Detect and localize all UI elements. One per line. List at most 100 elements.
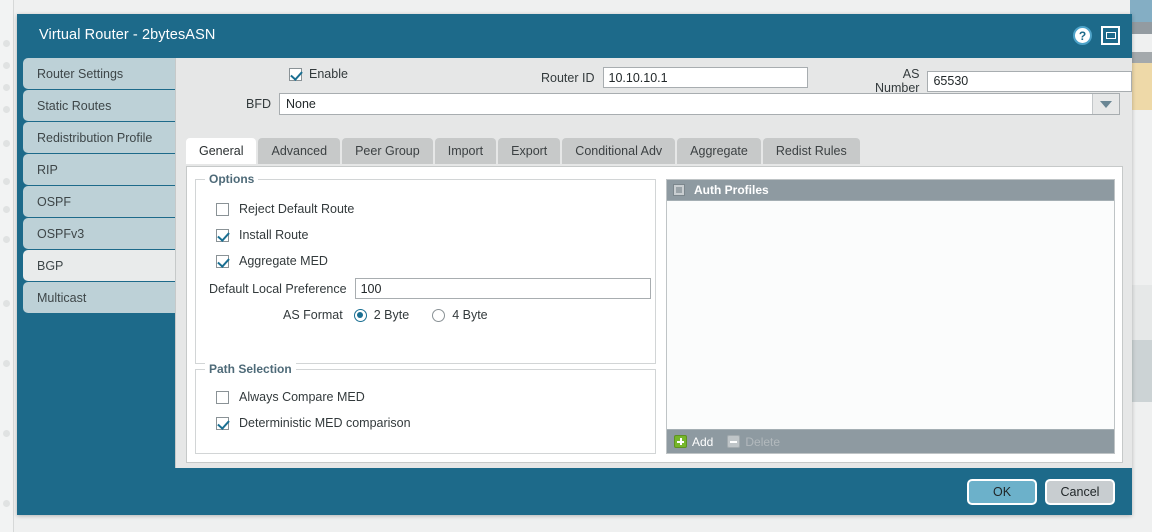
enable-label: Enable [309, 67, 348, 81]
sidebar-item-redistribution-profile[interactable]: Redistribution Profile [23, 122, 175, 153]
ok-button[interactable]: OK [967, 478, 1037, 505]
background-bottom-strip [14, 515, 1130, 532]
rail-dot-icon [3, 236, 10, 243]
as-number-input[interactable] [927, 70, 1132, 92]
reject-default-route-field: Reject Default Route [216, 202, 354, 216]
path-selection-group: Path Selection Always Compare MED Determ… [195, 362, 656, 454]
bfd-field: BFD None [246, 93, 1120, 115]
restore-window-icon[interactable] [1101, 26, 1120, 45]
background-strip [1130, 0, 1152, 22]
tab-aggregate[interactable]: Aggregate [677, 138, 761, 164]
router-id-field: Router ID [541, 67, 808, 88]
rail-dot-icon [3, 178, 10, 185]
as-format-field: AS Format 2 Byte 4 Byte [283, 308, 488, 322]
virtual-router-dialog: Virtual Router - 2bytesASN ? Router Sett… [17, 14, 1132, 515]
rail-dot-icon [3, 40, 10, 47]
rail-dot-icon [3, 500, 10, 507]
rail-dot-icon [3, 430, 10, 437]
reject-default-route-checkbox[interactable] [216, 202, 229, 216]
auth-profiles-panel: Auth Profiles Add Delete [666, 179, 1115, 454]
sidebar-item-bgp[interactable]: BGP [23, 250, 175, 281]
tab-conditional-adv[interactable]: Conditional Adv [562, 138, 676, 164]
sidebar-item-router-settings[interactable]: Router Settings [23, 58, 175, 89]
auth-profiles-toolbar: Add Delete [667, 429, 1114, 453]
tab-label: Conditional Adv [575, 144, 663, 158]
sidebar-item-label: OSPFv3 [37, 226, 85, 241]
sidebar-item-ospf[interactable]: OSPF [23, 186, 175, 217]
sidebar-item-static-routes[interactable]: Static Routes [23, 90, 175, 121]
tab-import[interactable]: Import [434, 138, 497, 164]
tab-label: Export [511, 144, 548, 158]
bfd-label: BFD [246, 97, 271, 111]
select-all-checkbox[interactable] [673, 184, 685, 196]
deterministic-med-label: Deterministic MED comparison [239, 416, 411, 430]
deterministic-med-checkbox[interactable] [216, 416, 229, 430]
rail-dot-icon [3, 140, 10, 147]
sidebar-item-label: Static Routes [37, 98, 112, 113]
as-format-2byte-radio[interactable] [353, 308, 367, 322]
always-compare-med-label: Always Compare MED [239, 390, 365, 404]
tab-export[interactable]: Export [498, 138, 561, 164]
general-tab-panel: Options Reject Default Route Install Rou… [186, 166, 1123, 463]
sidebar-item-label: Multicast [37, 290, 87, 305]
deterministic-med-field: Deterministic MED comparison [216, 416, 411, 430]
auth-profiles-header-label: Auth Profiles [694, 183, 769, 197]
as-format-label: AS Format [283, 308, 343, 322]
enable-checkbox[interactable] [289, 67, 302, 81]
dialog-title: Virtual Router - 2bytesASN [39, 27, 216, 43]
sidebar-item-rip[interactable]: RIP [23, 154, 175, 185]
tab-peer-group[interactable]: Peer Group [342, 138, 433, 164]
install-route-label: Install Route [239, 228, 309, 242]
tab-label: Peer Group [355, 144, 420, 158]
path-selection-group-title: Path Selection [205, 362, 296, 376]
sidebar-item-multicast[interactable]: Multicast [23, 282, 175, 313]
as-number-label: AS Number [875, 67, 920, 95]
bgp-settings-content: Enable Router ID AS Number BFD None [175, 58, 1132, 477]
background-right-column [1130, 0, 1152, 532]
tab-redist-rules[interactable]: Redist Rules [762, 138, 860, 164]
rail-dot-icon [3, 360, 10, 367]
sidebar-item-label: RIP [37, 162, 58, 177]
cancel-button[interactable]: Cancel [1045, 478, 1115, 505]
aggregate-med-label: Aggregate MED [239, 254, 328, 268]
background-strip [1130, 22, 1152, 34]
as-number-field: AS Number [856, 67, 1132, 95]
install-route-field: Install Route [216, 228, 308, 242]
default-local-preference-input[interactable] [354, 278, 651, 299]
tab-general[interactable]: General [186, 138, 257, 164]
dialog-title-bar: Virtual Router - 2bytesASN ? [17, 14, 1132, 58]
background-strip [1130, 285, 1152, 340]
background-left-rail [0, 0, 14, 532]
ok-button-label: OK [992, 484, 1012, 499]
aggregate-med-checkbox[interactable] [216, 254, 229, 268]
cancel-button-label: Cancel [1060, 484, 1100, 499]
rail-dot-icon [3, 106, 10, 113]
as-format-2byte-label: 2 Byte [373, 308, 410, 322]
rail-dot-icon [3, 300, 10, 307]
always-compare-med-checkbox[interactable] [216, 390, 229, 404]
rail-dot-icon [3, 206, 10, 213]
chevron-down-icon[interactable] [1092, 94, 1119, 114]
as-format-4byte-radio[interactable] [432, 308, 446, 322]
help-circle-icon[interactable]: ? [1073, 26, 1092, 45]
sidebar-item-label: Router Settings [37, 66, 124, 81]
tab-label: Redist Rules [775, 144, 847, 158]
add-button-label: Add [692, 434, 714, 449]
bfd-select[interactable]: None [279, 93, 1120, 115]
auth-profiles-list[interactable] [667, 201, 1114, 429]
sidebar-item-label: Redistribution Profile [37, 130, 153, 145]
tab-advanced[interactable]: Advanced [258, 138, 341, 164]
delete-button-label: Delete [745, 434, 781, 449]
router-id-input[interactable] [602, 67, 808, 88]
title-bar-actions: ? [1073, 26, 1120, 45]
default-local-preference-label: Default Local Preference [209, 281, 347, 296]
tab-label: Advanced [271, 144, 328, 158]
reject-default-route-label: Reject Default Route [239, 202, 355, 216]
as-format-4byte-label: 4 Byte [452, 308, 488, 322]
add-auth-profile-button[interactable]: Add [674, 435, 713, 449]
always-compare-med-field: Always Compare MED [216, 390, 365, 404]
options-group-title: Options [205, 172, 259, 186]
install-route-checkbox[interactable] [216, 228, 229, 242]
sidebar-item-ospfv3[interactable]: OSPFv3 [23, 218, 175, 249]
background-strip [1130, 52, 1152, 63]
